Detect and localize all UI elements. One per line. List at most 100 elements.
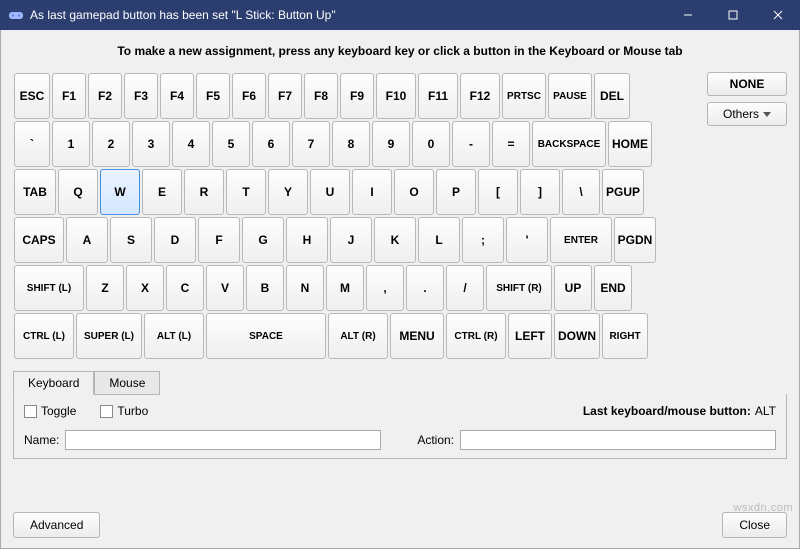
key-[interactable]: \ <box>562 169 600 215</box>
key-f12[interactable]: F12 <box>460 73 500 119</box>
key-i[interactable]: I <box>352 169 392 215</box>
key-4[interactable]: 4 <box>172 121 210 167</box>
key-l[interactable]: L <box>418 217 460 263</box>
key-[interactable]: / <box>446 265 484 311</box>
key-[interactable]: [ <box>478 169 518 215</box>
key-f[interactable]: F <box>198 217 240 263</box>
key-g[interactable]: G <box>242 217 284 263</box>
key-[interactable]: = <box>492 121 530 167</box>
key-right[interactable]: RIGHT <box>602 313 648 359</box>
checkbox-box <box>100 405 113 418</box>
maximize-button[interactable] <box>710 0 755 30</box>
key-f3[interactable]: F3 <box>124 73 158 119</box>
key-1[interactable]: 1 <box>52 121 90 167</box>
key-[interactable]: , <box>366 265 404 311</box>
key-[interactable]: ' <box>506 217 548 263</box>
key-shift-r[interactable]: SHIFT (R) <box>486 265 552 311</box>
key-f6[interactable]: F6 <box>232 73 266 119</box>
key-pause[interactable]: PAUSE <box>548 73 592 119</box>
key-y[interactable]: Y <box>268 169 308 215</box>
key-f8[interactable]: F8 <box>304 73 338 119</box>
advanced-button[interactable]: Advanced <box>13 512 100 538</box>
key-space[interactable]: SPACE <box>206 313 326 359</box>
tab-mouse[interactable]: Mouse <box>94 371 160 395</box>
key-3[interactable]: 3 <box>132 121 170 167</box>
minimize-button[interactable] <box>665 0 710 30</box>
key-alt-r[interactable]: ALT (R) <box>328 313 388 359</box>
key-ctrl-l[interactable]: CTRL (L) <box>14 313 74 359</box>
key-up[interactable]: UP <box>554 265 592 311</box>
key-z[interactable]: Z <box>86 265 124 311</box>
key-f4[interactable]: F4 <box>160 73 194 119</box>
key-pgup[interactable]: PGUP <box>602 169 644 215</box>
key-n[interactable]: N <box>286 265 324 311</box>
action-input[interactable] <box>460 430 776 450</box>
tab-keyboard[interactable]: Keyboard <box>13 371 94 395</box>
others-dropdown[interactable]: Others <box>707 102 787 126</box>
key-r[interactable]: R <box>184 169 224 215</box>
key-b[interactable]: B <box>246 265 284 311</box>
key-backspace[interactable]: BACKSPACE <box>532 121 606 167</box>
key-9[interactable]: 9 <box>372 121 410 167</box>
key-j[interactable]: J <box>330 217 372 263</box>
key-[interactable]: ] <box>520 169 560 215</box>
key-ctrl-r[interactable]: CTRL (R) <box>446 313 506 359</box>
key-5[interactable]: 5 <box>212 121 250 167</box>
none-button[interactable]: NONE <box>707 72 787 96</box>
key-k[interactable]: K <box>374 217 416 263</box>
key-a[interactable]: A <box>66 217 108 263</box>
key-c[interactable]: C <box>166 265 204 311</box>
key-e[interactable]: E <box>142 169 182 215</box>
close-button[interactable]: Close <box>722 512 787 538</box>
key-o[interactable]: O <box>394 169 434 215</box>
key-q[interactable]: Q <box>58 169 98 215</box>
key-x[interactable]: X <box>126 265 164 311</box>
key-0[interactable]: 0 <box>412 121 450 167</box>
key-m[interactable]: M <box>326 265 364 311</box>
dialog-body: To make a new assignment, press any keyb… <box>0 30 800 549</box>
key-home[interactable]: HOME <box>608 121 652 167</box>
key-[interactable]: - <box>452 121 490 167</box>
key-d[interactable]: D <box>154 217 196 263</box>
key-esc[interactable]: ESC <box>14 73 50 119</box>
key-p[interactable]: P <box>436 169 476 215</box>
key-end[interactable]: END <box>594 265 632 311</box>
key-f2[interactable]: F2 <box>88 73 122 119</box>
key-6[interactable]: 6 <box>252 121 290 167</box>
toggle-checkbox[interactable]: Toggle <box>24 404 76 418</box>
key-8[interactable]: 8 <box>332 121 370 167</box>
key-w[interactable]: W <box>100 169 140 215</box>
key-pgdn[interactable]: PGDN <box>614 217 656 263</box>
key-f5[interactable]: F5 <box>196 73 230 119</box>
key-[interactable]: ; <box>462 217 504 263</box>
key-[interactable]: . <box>406 265 444 311</box>
name-input[interactable] <box>65 430 381 450</box>
key-f9[interactable]: F9 <box>340 73 374 119</box>
key-u[interactable]: U <box>310 169 350 215</box>
key-[interactable]: ` <box>14 121 50 167</box>
key-enter[interactable]: ENTER <box>550 217 612 263</box>
key-menu[interactable]: MENU <box>390 313 444 359</box>
key-left[interactable]: LEFT <box>508 313 552 359</box>
key-caps[interactable]: CAPS <box>14 217 64 263</box>
key-f10[interactable]: F10 <box>376 73 416 119</box>
key-2[interactable]: 2 <box>92 121 130 167</box>
key-super-l[interactable]: SUPER (L) <box>76 313 142 359</box>
key-7[interactable]: 7 <box>292 121 330 167</box>
key-prtsc[interactable]: PRTSC <box>502 73 546 119</box>
key-tab[interactable]: TAB <box>14 169 56 215</box>
key-f7[interactable]: F7 <box>268 73 302 119</box>
key-down[interactable]: DOWN <box>554 313 600 359</box>
key-f1[interactable]: F1 <box>52 73 86 119</box>
turbo-checkbox[interactable]: Turbo <box>100 404 148 418</box>
close-window-button[interactable] <box>755 0 800 30</box>
key-shift-l[interactable]: SHIFT (L) <box>14 265 84 311</box>
key-del[interactable]: DEL <box>594 73 630 119</box>
key-f11[interactable]: F11 <box>418 73 458 119</box>
key-v[interactable]: V <box>206 265 244 311</box>
key-s[interactable]: S <box>110 217 152 263</box>
action-label: Action: <box>417 433 454 447</box>
key-h[interactable]: H <box>286 217 328 263</box>
key-t[interactable]: T <box>226 169 266 215</box>
key-alt-l[interactable]: ALT (L) <box>144 313 204 359</box>
